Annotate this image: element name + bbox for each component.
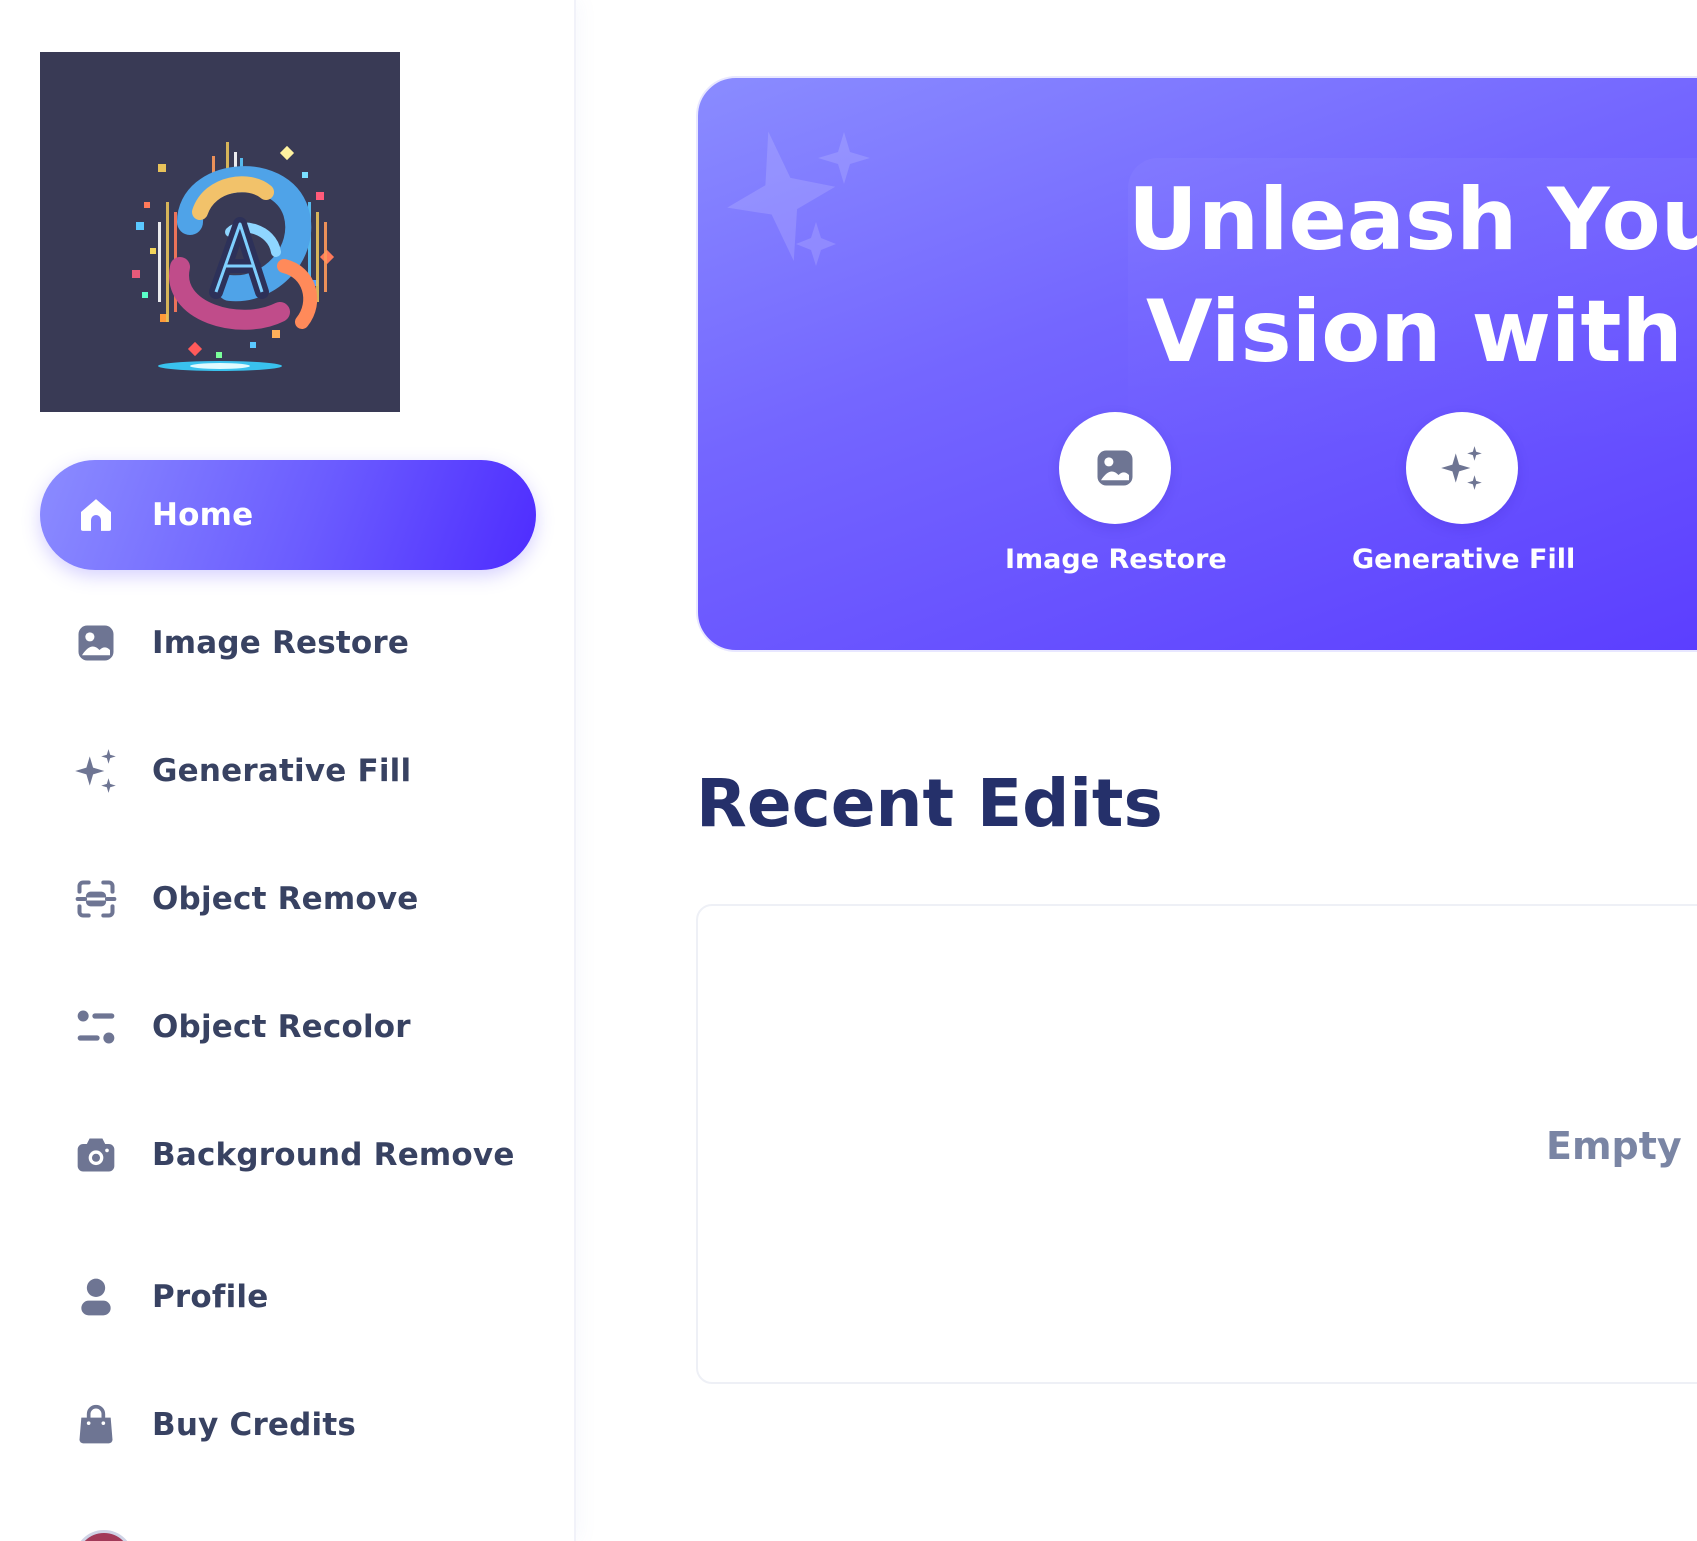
sidebar-item-image-restore[interactable]: Image Restore [40, 588, 536, 698]
sidebar: Home Image Restore Generative Fill Objec… [0, 0, 576, 1541]
app-root: Home Image Restore Generative Fill Objec… [0, 0, 1697, 1541]
sparkles-icon [70, 745, 122, 797]
sidebar-item-object-recolor[interactable]: Object Recolor [40, 972, 536, 1082]
image-icon [70, 617, 122, 669]
sidebar-item-generative-fill[interactable]: Generative Fill [40, 716, 536, 826]
hero-banner: Unleash Your Vision with I Image Restore… [696, 76, 1697, 652]
recent-edits-list: Empty List [696, 904, 1697, 1384]
sidebar-nav: Home Image Restore Generative Fill Objec… [40, 460, 536, 1498]
nav-divider-space [40, 1228, 536, 1242]
quick-link-circle[interactable] [1059, 412, 1171, 524]
sidebar-item-buy-credits[interactable]: Buy Credits [40, 1370, 536, 1480]
sidebar-item-label: Buy Credits [152, 1407, 357, 1443]
sparkles-icon [1441, 446, 1482, 490]
avatar[interactable] [74, 1530, 134, 1541]
quick-link-generative-fill[interactable]: Generative Fill [1352, 412, 1576, 575]
quick-link-image-restore[interactable]: Image Restore [1005, 412, 1227, 575]
sidebar-item-background-remove[interactable]: Background Remove [40, 1100, 536, 1210]
sparkles-decoration-icon [727, 131, 870, 266]
recent-edits-title: Recent Edits [696, 765, 1163, 842]
sidebar-item-label: Profile [152, 1279, 269, 1315]
sidebar-item-object-remove[interactable]: Object Remove [40, 844, 536, 954]
scan-icon [70, 873, 122, 925]
hero-title: Unleash Your Vision with I [1128, 164, 1697, 388]
app-logo[interactable] [40, 52, 400, 412]
filter-icon [70, 1001, 122, 1053]
sidebar-item-label: Generative Fill [152, 753, 412, 789]
image-icon [1097, 450, 1133, 486]
camera-icon [70, 1129, 122, 1181]
quick-link-label: Generative Fill [1352, 544, 1576, 575]
sidebar-item-label: Background Remove [152, 1137, 515, 1173]
empty-list-message: Empty List [1546, 1124, 1697, 1168]
sidebar-item-label: Object Recolor [152, 1009, 411, 1045]
sidebar-item-home[interactable]: Home [40, 460, 536, 570]
sidebar-item-label: Object Remove [152, 881, 419, 917]
bag-icon [70, 1399, 122, 1451]
logo-graphic [132, 142, 335, 371]
user-icon [70, 1271, 122, 1323]
sidebar-item-label: Home [152, 497, 254, 533]
sidebar-item-label: Image Restore [152, 625, 410, 661]
sidebar-item-profile[interactable]: Profile [40, 1242, 536, 1352]
home-icon [70, 489, 122, 541]
quick-link-circle[interactable] [1406, 412, 1518, 524]
hero-title-line-2: Vision with I [1146, 282, 1697, 382]
quick-link-label: Image Restore [1005, 544, 1227, 575]
hero-title-line-1: Unleash Your [1128, 170, 1697, 270]
